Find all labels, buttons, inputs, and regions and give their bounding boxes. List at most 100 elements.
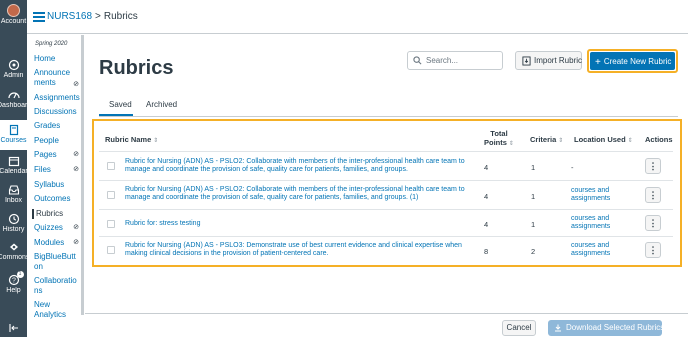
rubric-criteria: 1: [531, 192, 536, 201]
global-nav-help[interactable]: ? 1 Help: [0, 271, 27, 295]
search-placeholder: Search...: [426, 56, 459, 65]
hidden-eye-icon: ⊘: [73, 224, 79, 231]
rubric-location-link[interactable]: courses and assignments: [571, 242, 621, 258]
help-badge: 1: [16, 271, 24, 278]
header-actions: Actions: [645, 135, 673, 144]
rubric-points: 4: [484, 220, 489, 229]
row-checkbox[interactable]: [107, 220, 115, 228]
course-nav-grades[interactable]: Grades: [34, 121, 82, 131]
collapse-nav-button[interactable]: [0, 322, 27, 334]
plus-icon: +: [595, 57, 601, 68]
sort-icon: ⇕: [627, 138, 633, 144]
row-checkbox[interactable]: [107, 246, 115, 254]
header-rubric-name-label: Rubric Name: [105, 135, 152, 144]
rubric-location-link[interactable]: courses and assignments: [571, 187, 621, 203]
svg-text:?: ?: [12, 278, 16, 285]
course-term: Spring 2020: [35, 41, 68, 47]
sort-icon: ⇕: [558, 138, 564, 144]
table-row: Rubric for Nursing (ADN) AS - PSLO3: Dem…: [99, 236, 673, 263]
hidden-eye-icon: ⊘: [73, 151, 79, 158]
row-checkbox[interactable]: [107, 191, 115, 199]
download-icon: [555, 324, 561, 332]
table-row: Rubric for: stress testing 4 1 courses a…: [99, 209, 673, 236]
rubric-name-link[interactable]: Rubric for Nursing (ADN) AS - PSLO2: Col…: [125, 186, 480, 202]
rubrics-table: Rubric Name ⇕ Total Points ⇕ Criteria ⇕ Loca…: [92, 119, 682, 267]
download-selected-rubrics-button[interactable]: Download Selected Rubrics: [548, 320, 665, 336]
shield-icon: [8, 59, 19, 71]
course-nav-people[interactable]: People: [34, 136, 82, 146]
global-nav-courses-label: Courses: [0, 137, 27, 144]
global-nav-account-label: Account: [0, 18, 27, 25]
rubric-points: 4: [484, 163, 489, 172]
global-nav-inbox[interactable]: Inbox: [0, 184, 27, 205]
avatar: [7, 4, 20, 17]
tab-archived[interactable]: Archived: [146, 100, 177, 109]
global-nav-admin-label: Admin: [3, 72, 24, 79]
global-nav-calendar[interactable]: Calendar: [0, 155, 27, 176]
rubric-name-link[interactable]: Rubric for: stress testing: [125, 220, 480, 228]
course-nav-scrollbar[interactable]: [81, 35, 84, 315]
commons-icon: [9, 243, 18, 251]
global-nav-admin[interactable]: Admin: [0, 59, 27, 80]
course-nav-syllabus[interactable]: Syllabus: [34, 180, 82, 190]
course-nav-home[interactable]: Home: [34, 54, 82, 64]
course-nav-new-analytics[interactable]: New Analytics: [34, 300, 78, 320]
table-row: Rubric for Nursing (ADN) AS - PSLO2: Col…: [99, 151, 673, 180]
header-rubric-name[interactable]: Rubric Name ⇕: [105, 135, 158, 146]
cancel-button[interactable]: Cancel: [502, 320, 536, 336]
course-nav-outcomes[interactable]: Outcomes: [34, 194, 82, 204]
clock-icon: [8, 213, 19, 225]
rubric-points: 8: [484, 247, 489, 256]
rubric-name-link[interactable]: Rubric for Nursing (ADN) AS - PSLO2: Col…: [125, 158, 480, 174]
collapse-arrow-icon: [8, 324, 18, 332]
global-nav-history-label: History: [2, 226, 25, 233]
global-nav-inbox-label: Inbox: [4, 197, 23, 204]
global-nav-account[interactable]: Account: [0, 4, 27, 26]
breadcrumb: NURS168 > Rubrics: [47, 11, 138, 22]
course-nav-discussions[interactable]: Discussions: [34, 107, 82, 117]
row-checkbox[interactable]: [107, 162, 115, 170]
breadcrumb-current: Rubrics: [103, 11, 138, 22]
course-nav-collaborations[interactable]: Collaborations: [34, 276, 80, 296]
rubric-criteria: 1: [531, 220, 536, 229]
course-nav-announcements-label: Announcements: [34, 68, 71, 87]
import-icon: [522, 56, 531, 66]
header-criteria[interactable]: Criteria ⇕: [530, 135, 563, 146]
breadcrumb-separator: >: [95, 11, 101, 22]
sort-icon: ⇕: [153, 138, 159, 144]
global-nav-dashboard[interactable]: Dashboard: [0, 89, 27, 110]
search-input[interactable]: Search...: [407, 51, 503, 70]
global-nav: Account Admin Dashboard Courses Calendar…: [0, 0, 27, 337]
book-icon: [9, 124, 18, 136]
global-nav-calendar-label: Calendar: [0, 168, 27, 175]
row-actions-menu-button[interactable]: ⋮: [645, 215, 661, 231]
row-actions-menu-button[interactable]: ⋮: [645, 158, 661, 174]
row-actions-menu-button[interactable]: ⋮: [645, 242, 661, 258]
course-nav-rubrics[interactable]: Rubrics: [32, 209, 80, 219]
create-rubric-highlight: + Create New Rubric: [587, 49, 678, 73]
global-nav-courses[interactable]: Courses: [0, 120, 27, 150]
rubric-name-link[interactable]: Rubric for Nursing (ADN) AS - PSLO3: Dem…: [125, 242, 480, 258]
hidden-eye-icon: ⊘: [73, 81, 79, 88]
create-new-rubric-button[interactable]: + Create New Rubric: [590, 52, 675, 70]
rubric-location-link[interactable]: courses and assignments: [571, 215, 621, 231]
global-nav-help-label: Help: [6, 287, 21, 294]
hidden-eye-icon: ⊘: [73, 166, 79, 173]
course-nav-assignments[interactable]: Assignments: [34, 93, 82, 103]
header-total-points[interactable]: Total Points ⇕: [484, 129, 514, 149]
course-nav-announcements[interactable]: Announcements: [34, 68, 74, 88]
header-location-used[interactable]: Location Used ⇕: [574, 135, 633, 146]
row-actions-menu-button[interactable]: ⋮: [645, 187, 661, 203]
global-nav-commons[interactable]: Commons: [0, 241, 27, 262]
hamburger-menu-icon[interactable]: [33, 12, 45, 22]
rubric-points: 4: [484, 192, 489, 201]
tab-saved[interactable]: Saved: [109, 100, 132, 109]
global-nav-history[interactable]: History: [0, 213, 27, 234]
inbox-icon: [8, 185, 19, 195]
breadcrumb-course-link[interactable]: NURS168: [47, 11, 92, 22]
header-criteria-label: Criteria: [530, 135, 557, 144]
course-nav-bigbluebutton[interactable]: BigBlueButton: [34, 252, 78, 272]
tabs-divider: [99, 116, 678, 117]
download-selected-rubrics-label: Download Selected Rubrics: [566, 323, 665, 332]
import-rubric-button[interactable]: Import Rubric: [515, 51, 582, 70]
